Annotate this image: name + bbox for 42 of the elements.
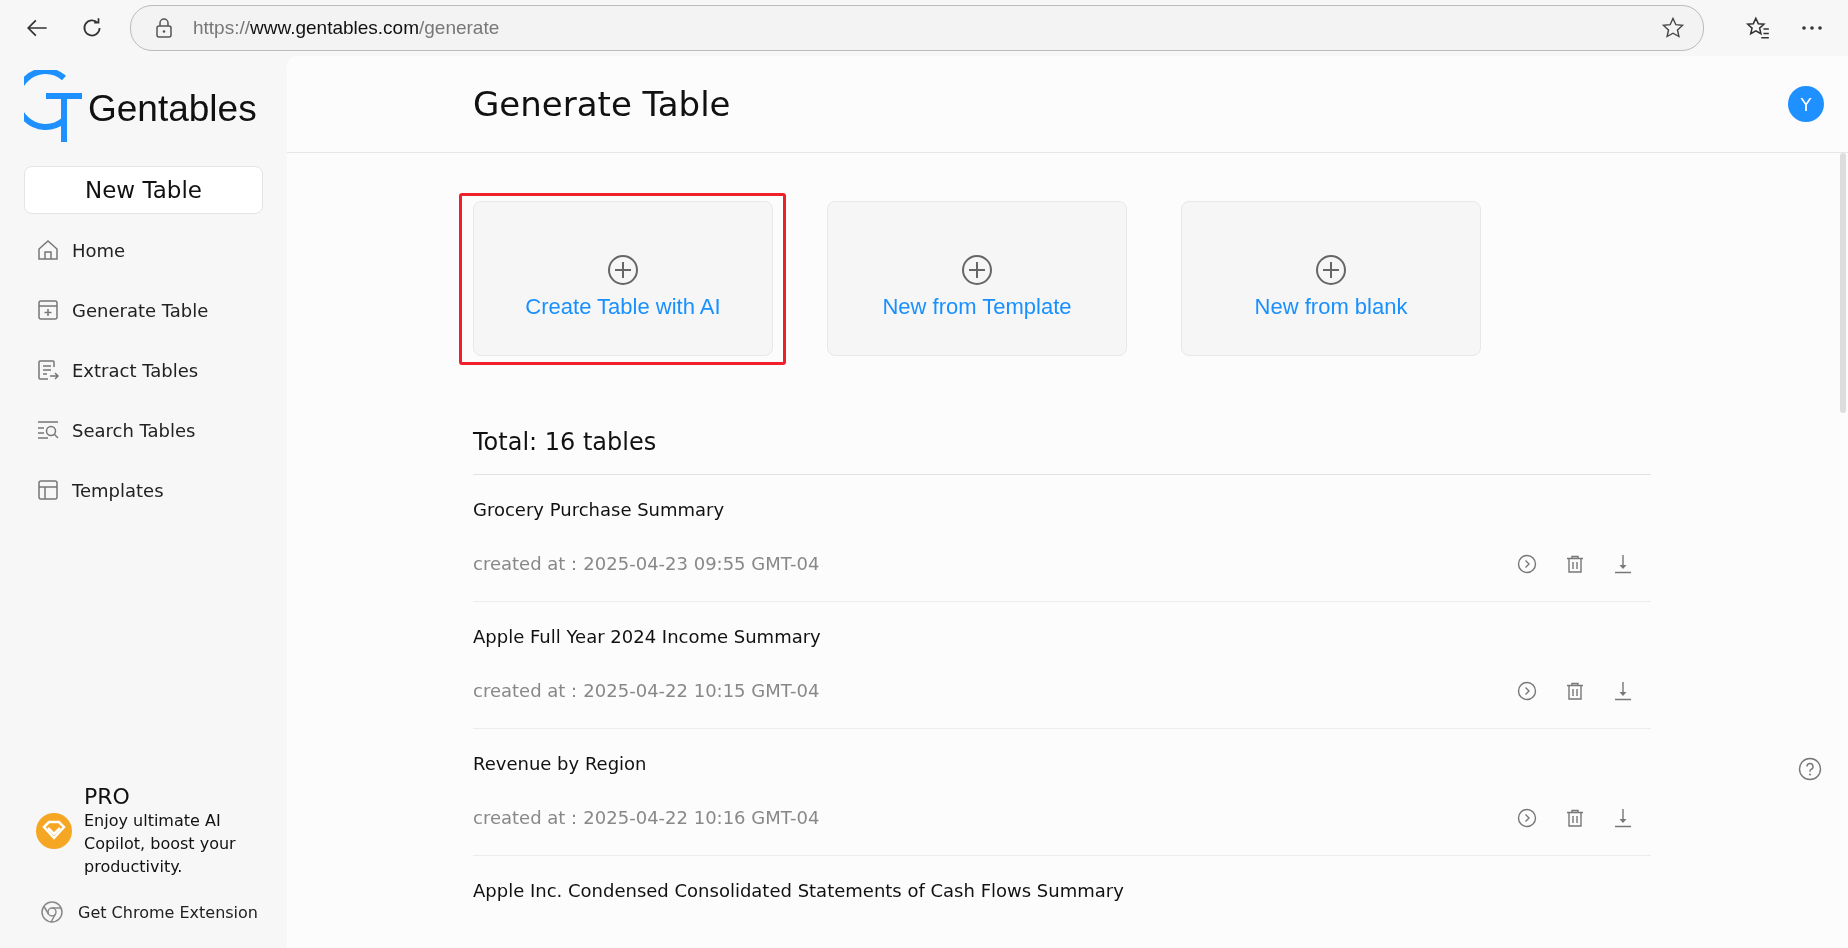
page-title: Generate Table [473,84,731,124]
nav-item[interactable]: Search Tables [0,400,287,460]
download-icon[interactable] [1613,808,1633,828]
layout-icon [36,478,60,502]
pro-title: PRO [84,784,131,809]
url-text: https://www.gentables.com/generate [193,17,501,39]
document-arrow-icon [36,358,60,382]
address-bar[interactable]: https://www.gentables.com/generate [130,5,1704,51]
nav-item[interactable]: Extract Tables [0,340,287,400]
chrome-extension-link[interactable]: Get Chrome Extension [0,900,287,924]
table-title[interactable]: Apple Full Year 2024 Income Summary [473,626,1651,647]
delete-icon[interactable] [1565,554,1585,574]
plus-circle-icon [961,254,993,286]
diamond-badge-icon [36,813,72,849]
new-table-button[interactable]: New Table [24,166,263,214]
delete-icon[interactable] [1565,681,1585,701]
logo-icon [24,70,84,142]
search-list-icon [36,418,60,442]
delete-icon[interactable] [1565,808,1585,828]
plus-circle-icon [1315,254,1347,286]
home-icon [36,238,60,262]
help-icon[interactable] [1798,757,1822,781]
created-date: created at：2025-04-23 09:55 GMT-04 [473,552,820,576]
download-icon[interactable] [1613,681,1633,701]
browser-logo-icon [40,900,64,924]
total-count: Total: 16 tables [473,428,1651,475]
created-date: created at：2025-04-22 10:16 GMT-04 [473,806,820,830]
brand-name: Gentables [88,88,257,130]
table-title[interactable]: Revenue by Region [473,753,1651,774]
table-title[interactable]: Apple Inc. Condensed Consolidated Statements of Cash Flows Summary [473,880,1651,901]
scrollbar[interactable] [1840,153,1846,413]
nav-item[interactable]: Home [0,220,287,280]
pro-description: Enjoy ultimate AI Copilot, boost your productivity. [84,810,237,878]
star-icon[interactable] [1661,16,1685,40]
table-title[interactable]: Grocery Purchase Summary [473,499,1651,520]
plus-circle-icon [607,254,639,286]
created-date: created at：2025-04-22 10:15 GMT-04 [473,679,820,703]
add-table-icon [36,298,60,322]
nav-item[interactable]: Generate Table [0,280,287,340]
nav-item[interactable]: Templates [0,460,287,520]
download-icon[interactable] [1613,554,1633,574]
lock-icon [155,18,173,38]
